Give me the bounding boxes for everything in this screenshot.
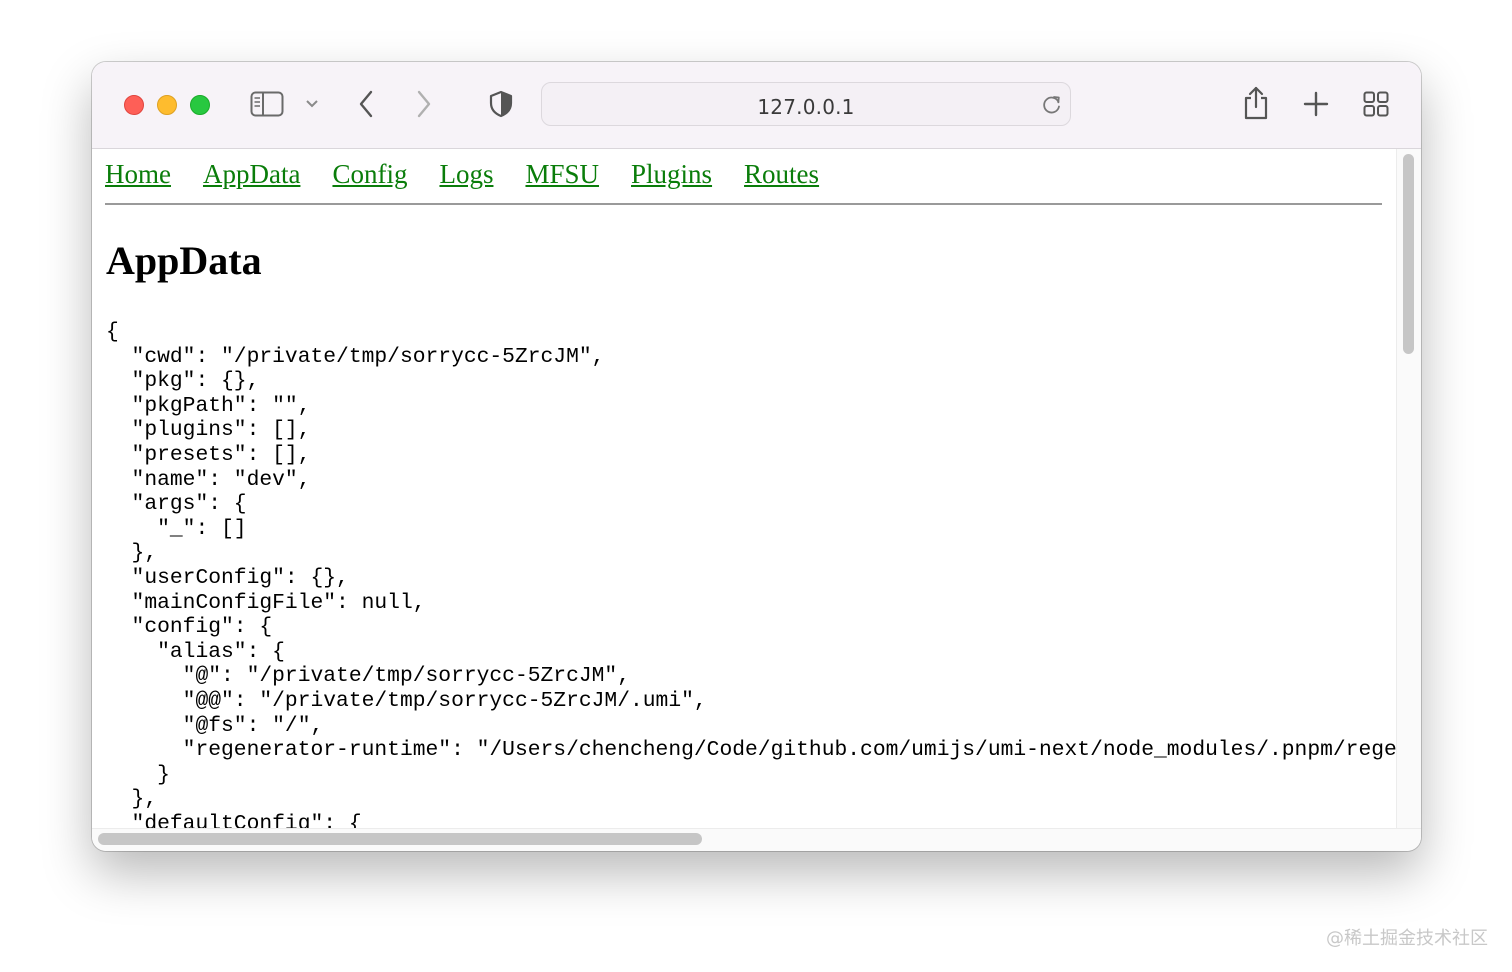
minimize-window-button[interactable] bbox=[157, 95, 177, 115]
json-line: "pkgPath": "", bbox=[106, 393, 311, 418]
url-text: 127.0.0.1 bbox=[757, 95, 855, 119]
nav-link-logs[interactable]: Logs bbox=[439, 159, 493, 190]
json-line: "presets": [], bbox=[106, 442, 311, 467]
reload-icon[interactable] bbox=[1040, 93, 1064, 117]
horizontal-scrollbar-thumb[interactable] bbox=[98, 833, 702, 845]
browser-toolbar: 127.0.0.1 bbox=[92, 62, 1421, 149]
nav-link-config[interactable]: Config bbox=[332, 159, 407, 190]
grid-icon[interactable] bbox=[1362, 90, 1390, 118]
json-line: "@fs": "/", bbox=[106, 713, 324, 738]
nav-link-routes[interactable]: Routes bbox=[744, 159, 819, 190]
json-line: "mainConfigFile": null, bbox=[106, 590, 426, 615]
json-line: "args": { bbox=[106, 492, 247, 517]
json-line: "alias": { bbox=[106, 639, 285, 664]
sidebar-icon[interactable] bbox=[249, 89, 285, 119]
shield-icon[interactable] bbox=[488, 89, 514, 119]
json-line: "config": { bbox=[106, 615, 273, 640]
top-nav: Home AppData Config Logs MFSU Plugins Ro… bbox=[105, 159, 851, 190]
vertical-scrollbar-thumb[interactable] bbox=[1403, 154, 1414, 354]
json-line: "regenerator-runtime": "/Users/chencheng… bbox=[106, 738, 1396, 763]
json-line: "userConfig": {}, bbox=[106, 565, 349, 590]
browser-window: 127.0.0.1 Home AppData Config Logs MFSU … bbox=[92, 62, 1421, 851]
plus-icon[interactable] bbox=[1302, 90, 1330, 118]
json-line: "@": "/private/tmp/sorrycc-5ZrcJM", bbox=[106, 664, 630, 689]
nav-link-home[interactable]: Home bbox=[105, 159, 171, 190]
json-line: "defaultConfig": { bbox=[106, 811, 362, 828]
chevron-down-icon[interactable] bbox=[302, 96, 322, 112]
watermark: @稀土掘金技术社区 bbox=[1326, 928, 1488, 949]
json-line: "plugins": [], bbox=[106, 418, 311, 443]
page-content: Home AppData Config Logs MFSU Plugins Ro… bbox=[92, 149, 1396, 828]
json-line: "name": "dev", bbox=[106, 467, 311, 492]
json-line: "cwd": "/private/tmp/sorrycc-5ZrcJM", bbox=[106, 344, 605, 369]
share-icon[interactable] bbox=[1241, 84, 1271, 122]
chevron-right-icon[interactable] bbox=[412, 88, 436, 120]
address-bar[interactable]: 127.0.0.1 bbox=[541, 82, 1071, 126]
json-line: }, bbox=[106, 541, 158, 566]
json-line: "_": [] bbox=[106, 516, 247, 541]
json-line: { bbox=[106, 320, 119, 344]
nav-divider bbox=[105, 203, 1382, 205]
json-output: { "cwd": "/private/tmp/sorrycc-5ZrcJM", … bbox=[106, 320, 1396, 828]
page-title: AppData bbox=[106, 238, 262, 283]
json-line: } bbox=[106, 762, 170, 787]
json-line: "pkg": {}, bbox=[106, 369, 260, 394]
json-line: "@@": "/private/tmp/sorrycc-5ZrcJM/.umi"… bbox=[106, 688, 707, 713]
close-window-button[interactable] bbox=[124, 95, 144, 115]
zoom-window-button[interactable] bbox=[190, 95, 210, 115]
nav-link-appdata[interactable]: AppData bbox=[203, 159, 300, 190]
nav-link-mfsu[interactable]: MFSU bbox=[525, 159, 599, 190]
nav-link-plugins[interactable]: Plugins bbox=[631, 159, 712, 190]
json-line: }, bbox=[106, 787, 158, 812]
chevron-left-icon[interactable] bbox=[354, 88, 378, 120]
